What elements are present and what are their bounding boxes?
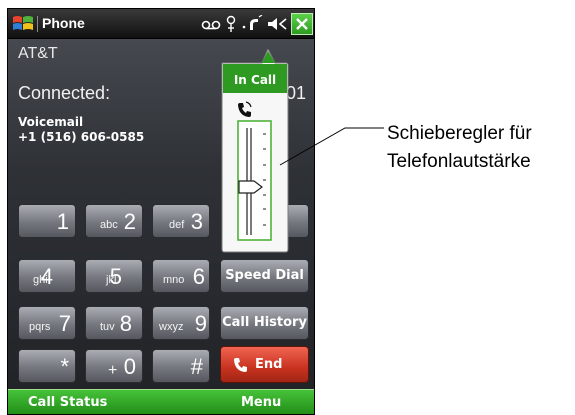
callout-line-1: Schieberegler für <box>387 123 532 144</box>
callout-leader-line <box>279 127 384 166</box>
callout-line-2: Telefonlautstärke <box>387 151 531 172</box>
callout-label: Schieberegler für Telefonlautstärke <box>387 120 532 176</box>
